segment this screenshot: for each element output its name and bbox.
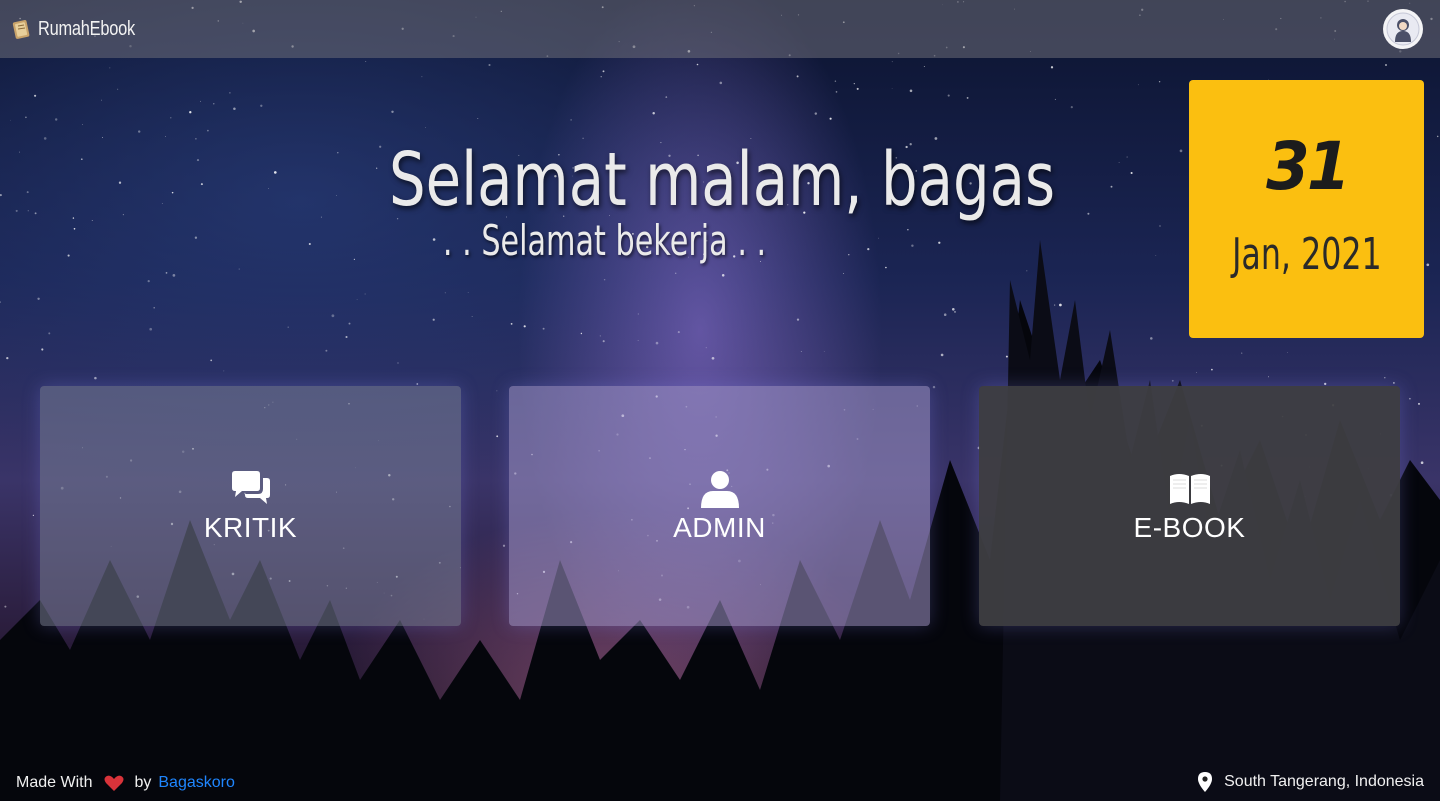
open-book-icon xyxy=(1169,474,1210,504)
made-with-text: Made With xyxy=(16,774,93,791)
date-month-year: Jan, 2021 xyxy=(1231,229,1382,280)
book-scroll-icon xyxy=(12,20,30,39)
greeting-subtitle: . . Selamat bekerja . . xyxy=(443,216,767,265)
kritik-label: KRITIK xyxy=(203,512,298,543)
date-day: 31 xyxy=(1265,128,1350,205)
user-avatar-icon xyxy=(1386,12,1420,46)
by-text: by xyxy=(134,774,152,791)
author-link[interactable]: Bagaskoro xyxy=(158,774,235,792)
footer-credit: Made With by Bagaskoro xyxy=(16,774,235,792)
heart-icon xyxy=(104,775,124,792)
location-text: South Tangerang, Indonesia xyxy=(1224,773,1424,790)
brand-name: RumahEbook xyxy=(38,17,135,40)
brand-link[interactable]: RumahEbook xyxy=(12,18,156,41)
admin-card-button[interactable]: ADMIN xyxy=(509,386,930,626)
user-avatar-button[interactable] xyxy=(1383,9,1423,49)
ebook-label: E-BOOK xyxy=(1133,512,1246,543)
user-icon xyxy=(700,471,739,508)
comments-icon xyxy=(231,471,270,504)
kritik-card-button[interactable]: KRITIK xyxy=(40,386,461,626)
greeting-section: Selamat malam, bagas . . Selamat bekerja… xyxy=(295,140,1055,265)
greeting-title: Selamat malam, bagas xyxy=(388,137,1056,223)
map-pin-icon xyxy=(1198,772,1213,792)
date-card: 31 Jan, 2021 xyxy=(1189,80,1424,338)
admin-label: ADMIN xyxy=(673,512,766,543)
footer-location: South Tangerang, Indonesia xyxy=(1198,772,1424,792)
top-navbar: RumahEbook xyxy=(0,0,1440,58)
ebook-card-button[interactable]: E-BOOK xyxy=(979,386,1400,626)
